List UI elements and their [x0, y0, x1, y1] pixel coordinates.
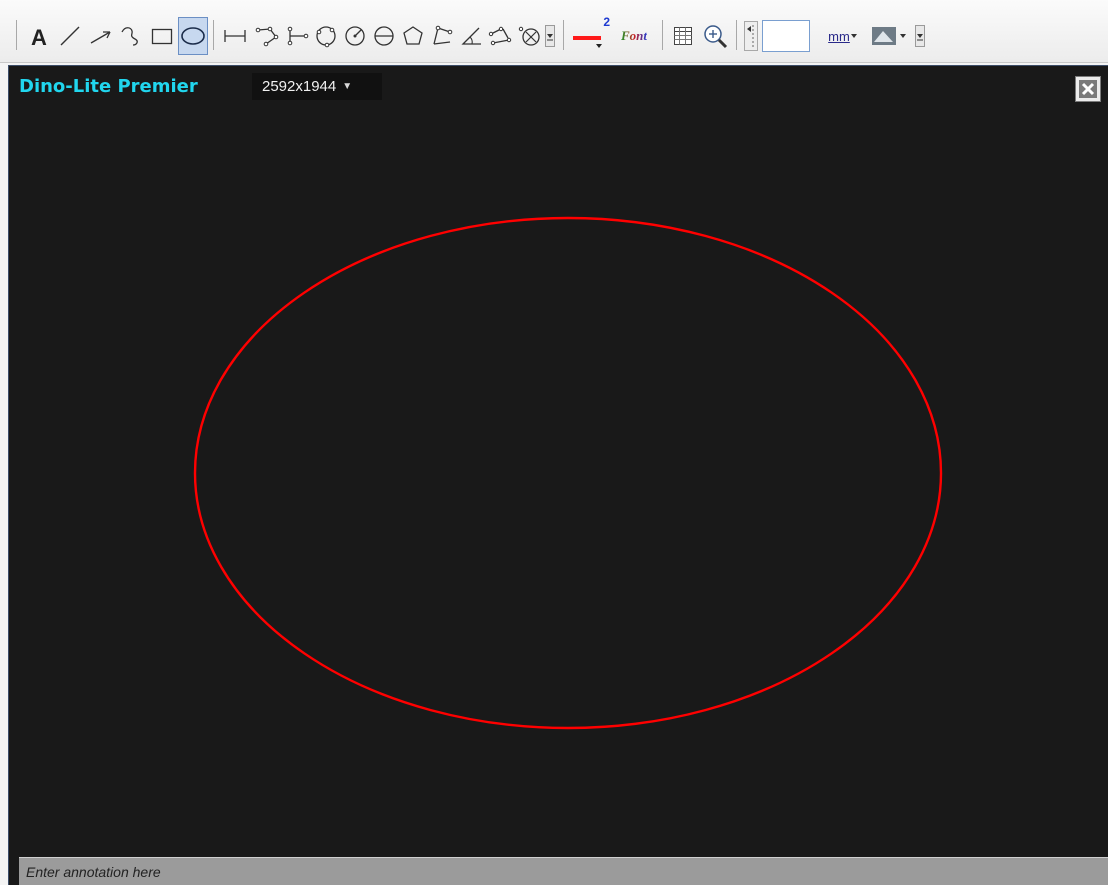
more-tools-dropdown[interactable]	[544, 17, 556, 55]
chevron-down-icon	[915, 25, 925, 47]
text-tool-button[interactable]: A	[26, 17, 54, 55]
value-input[interactable]	[762, 20, 810, 52]
toolbar-separator	[16, 20, 17, 50]
circle-3pt-icon	[316, 26, 336, 48]
toolbar-overflow-button[interactable]	[914, 17, 926, 55]
parallel-icon	[287, 26, 309, 46]
angle-icon	[461, 27, 481, 45]
circle-radius-icon	[345, 26, 365, 46]
ellipse-annotation[interactable]	[9, 66, 1108, 856]
measure-circle-diameter-tool-button[interactable]	[370, 17, 398, 55]
rectangle-tool-button[interactable]	[148, 17, 176, 55]
chevron-down-icon	[900, 34, 906, 38]
close-button[interactable]	[1075, 76, 1101, 102]
line-width-button[interactable]: 2	[569, 15, 610, 55]
polyline-icon	[255, 26, 279, 47]
measurement-table-button[interactable]	[668, 17, 698, 55]
toolbar-separator	[736, 20, 737, 50]
arrow-icon	[90, 31, 111, 44]
unit-dropdown[interactable]: mm	[823, 17, 863, 55]
arrow-tool-button[interactable]	[86, 17, 116, 55]
zoom-icon	[704, 25, 728, 49]
resolution-dropdown[interactable]: 2592x1944 ▼	[252, 73, 382, 100]
value-input-box[interactable]	[762, 20, 810, 52]
freehand-tool-button[interactable]	[117, 17, 147, 55]
chevron-down-icon	[850, 34, 857, 38]
zoom-button[interactable]	[700, 17, 730, 55]
resolution-value: 2592x1944	[262, 78, 337, 95]
font-button[interactable]: Font	[612, 17, 656, 55]
unit-label: mm	[828, 28, 850, 44]
measure-angle-3pt-tool-button[interactable]	[428, 17, 456, 55]
line-icon	[60, 26, 80, 46]
svg-text:A: A	[31, 25, 47, 48]
preview-viewer[interactable]: Dino-Lite Premier 2592x1944 ▼ Enter anno…	[8, 65, 1108, 885]
ellipse-tool-button[interactable]	[178, 17, 208, 55]
measure-polygon-tool-button[interactable]	[399, 17, 427, 55]
device-name: Dino-Lite Premier	[19, 76, 198, 97]
annotation-input[interactable]: Enter annotation here	[19, 857, 1108, 885]
measure-polyline-tool-button[interactable]	[252, 17, 282, 55]
chevron-down-icon	[545, 25, 555, 47]
calibration-dropdown[interactable]	[868, 17, 910, 55]
center-distance-icon	[518, 26, 540, 46]
toolbar-separator	[213, 20, 214, 50]
ellipse-shape[interactable]	[193, 216, 943, 730]
close-icon	[1079, 80, 1097, 98]
font-label: Font	[620, 28, 647, 43]
spin-control[interactable]	[743, 17, 759, 55]
text-A-icon: A	[31, 25, 47, 48]
toolbar: A 2 Font mm	[0, 0, 1108, 63]
polygon-icon	[403, 26, 423, 45]
measure-parallel-tool-button[interactable]	[283, 17, 311, 55]
measure-center-tool-button[interactable]	[515, 17, 543, 55]
ellipse-icon	[181, 27, 205, 45]
measure-angle-4pt-tool-button[interactable]	[486, 17, 514, 55]
line-width-label: 2	[603, 15, 610, 29]
angle-4pt-icon	[488, 26, 512, 46]
chevron-down-icon: ▼	[342, 81, 353, 92]
line-width-icon	[573, 36, 602, 48]
measure-line-icon	[224, 30, 246, 42]
angle-3pt-icon	[433, 25, 453, 45]
spin-icon	[744, 21, 758, 51]
rectangle-icon	[151, 28, 173, 45]
measure-circle-3pt-tool-button[interactable]	[312, 17, 340, 55]
line-tool-button[interactable]	[56, 17, 84, 55]
measure-line-tool-button[interactable]	[220, 17, 250, 55]
toolbar-separator	[662, 20, 663, 50]
measure-circle-radius-tool-button[interactable]	[341, 17, 369, 55]
table-icon	[674, 27, 692, 45]
circle-diameter-icon	[374, 26, 394, 46]
freehand-icon	[121, 27, 138, 46]
toolbar-separator	[563, 20, 564, 50]
calibration-icon	[872, 27, 896, 45]
measure-angle-tool-button[interactable]	[457, 17, 485, 55]
